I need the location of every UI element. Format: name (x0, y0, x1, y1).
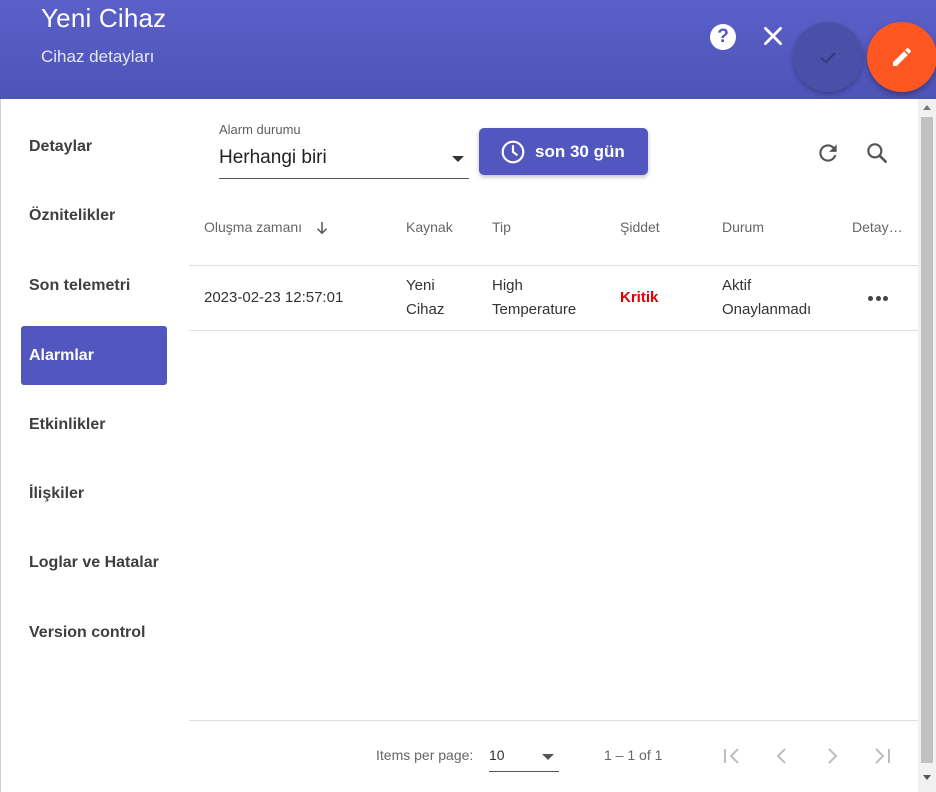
scroll-down-arrow-icon[interactable] (923, 775, 931, 780)
time-window-button[interactable]: son 30 gün (479, 128, 648, 175)
tab-latest-telemetry[interactable]: Son telemetri (21, 256, 167, 315)
alarm-status-label: Alarm durumu (219, 122, 301, 137)
last-page-button[interactable] (870, 744, 894, 768)
more-horiz-icon[interactable] (866, 296, 890, 302)
last-page-icon (875, 748, 890, 764)
dropdown-arrow-icon (542, 754, 554, 760)
cell-source: Yeni Cihaz (406, 274, 444, 322)
page-subtitle: Cihaz detayları (41, 47, 155, 66)
time-window-label: son 30 gün (535, 142, 625, 161)
tab-details[interactable]: Detaylar (21, 117, 167, 176)
vertical-scrollbar[interactable] (918, 99, 936, 792)
cell-source-line: Yeni (406, 277, 435, 294)
next-page-button[interactable] (820, 744, 844, 768)
help-button[interactable]: ? (710, 24, 736, 50)
paginator-divider (189, 720, 918, 721)
refresh-icon (819, 144, 837, 162)
tab-label: Version control (29, 624, 146, 641)
cell-type: High Temperature (492, 274, 576, 322)
dropdown-arrow-icon (452, 156, 464, 162)
tab-events[interactable]: Etkinlikler (21, 395, 167, 454)
alarm-status-select[interactable]: Herhangi biri (219, 143, 469, 179)
cell-source-line: Cihaz (406, 301, 445, 318)
tab-label: Alarmlar (29, 347, 94, 364)
cell-status-line: Aktif (722, 277, 752, 294)
scrollbar-thumb[interactable] (921, 117, 933, 763)
column-header-source[interactable]: Kaynak (406, 219, 453, 235)
tab-label: Detaylar (29, 138, 93, 155)
alarm-status-value: Herhangi biri (219, 147, 327, 168)
arrow-down-icon[interactable] (313, 219, 331, 242)
items-per-page-label: Items per page: (376, 747, 474, 763)
tab-label: Loglar ve Hatalar (29, 554, 159, 571)
tab-label: İlişkiler (29, 485, 85, 502)
tab-attributes[interactable]: Öznitelikler (21, 186, 167, 245)
column-header-details: Detay… (852, 219, 903, 235)
severity-badge: Kritik (620, 289, 659, 306)
refresh-button[interactable] (815, 140, 841, 166)
page-range-label: 1 – 1 of 1 (604, 747, 663, 763)
tab-relations[interactable]: İlişkiler (21, 464, 167, 523)
search-button[interactable] (864, 140, 890, 166)
cell-status-line: Onaylanmadı (722, 301, 812, 318)
device-details-dialog: Yeni Cihaz Cihaz detayları ? Detaylar Öz… (0, 0, 936, 792)
edit-button[interactable] (867, 22, 936, 92)
check-icon (820, 52, 836, 64)
page-size-value: 10 (489, 747, 505, 763)
apply-changes-button[interactable] (793, 22, 863, 92)
column-header-type[interactable]: Tip (492, 219, 511, 235)
chevron-left-icon (776, 748, 786, 764)
tab-logs-errors[interactable]: Loglar ve Hatalar (21, 533, 167, 592)
search-icon (867, 143, 887, 163)
tab-alarms[interactable]: Alarmlar (21, 326, 167, 385)
first-page-icon (724, 748, 739, 764)
header-divider (189, 265, 918, 266)
sidebar-tabs: Detaylar Öznitelikler Son telemetri Alar… (0, 99, 180, 792)
question-circle-icon: ? (717, 26, 729, 47)
cell-type-line: Temperature (492, 301, 577, 318)
cell-type-line: High (492, 277, 523, 294)
tab-label: Etkinlikler (29, 416, 106, 433)
cell-status: Aktif Onaylanmadı (722, 274, 811, 322)
clock-icon (501, 140, 525, 164)
close-button[interactable] (760, 22, 786, 50)
close-icon (764, 27, 782, 45)
cell-created: 2023-02-23 12:57:01 (204, 289, 344, 306)
page-title: Yeni Cihaz (41, 3, 167, 33)
chevron-right-icon (828, 748, 838, 764)
dialog-header: Yeni Cihaz Cihaz detayları ? (0, 0, 936, 99)
pencil-icon (893, 47, 912, 66)
column-header-status[interactable]: Durum (722, 219, 764, 235)
tab-label: Son telemetri (29, 277, 131, 294)
column-header-severity[interactable]: Şiddet (620, 219, 660, 235)
tab-version-control[interactable]: Version control (21, 603, 167, 662)
first-page-button[interactable] (720, 744, 744, 768)
page-size-select[interactable]: 10 (489, 742, 559, 772)
previous-page-button[interactable] (770, 744, 794, 768)
row-divider (189, 330, 918, 331)
tab-label: Öznitelikler (29, 207, 116, 224)
scroll-up-arrow-icon[interactable] (923, 105, 931, 110)
column-header-created[interactable]: Oluşma zamanı (204, 219, 302, 235)
